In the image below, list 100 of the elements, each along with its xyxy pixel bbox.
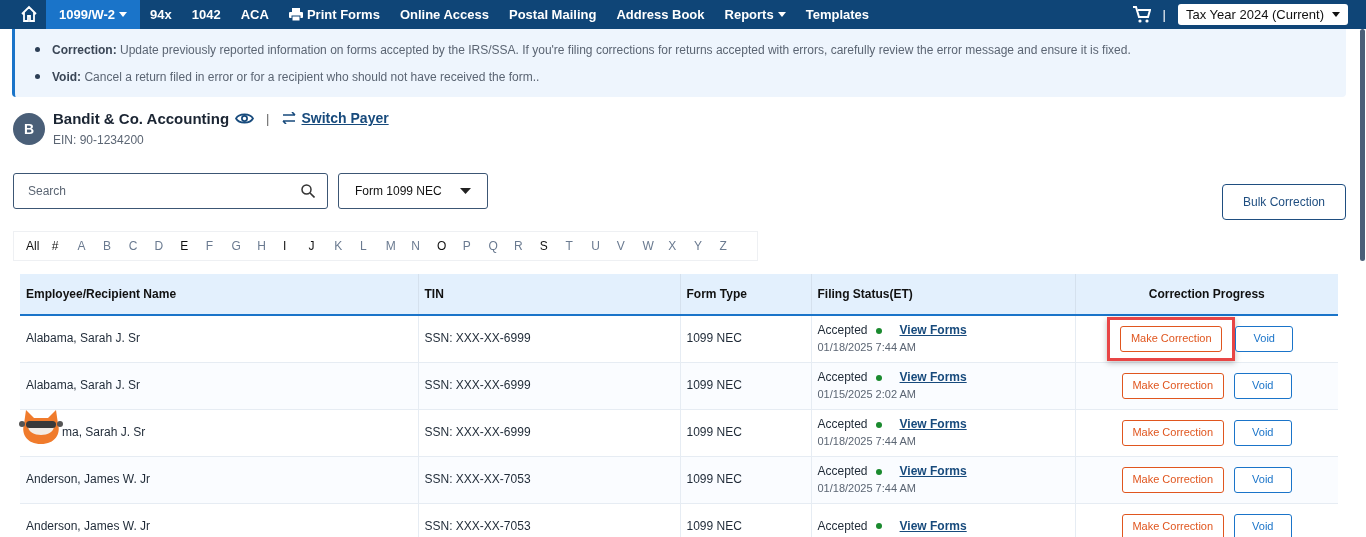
make-correction-button[interactable]: Make Correction <box>1121 372 1224 399</box>
void-button[interactable]: Void <box>1233 372 1292 399</box>
bulk-correction-button[interactable]: Bulk Correction <box>1222 184 1346 220</box>
ein-text: EIN: 90-1234200 <box>53 133 145 147</box>
status-text: Accepted <box>817 370 868 385</box>
letter-filter[interactable]: # <box>51 239 78 253</box>
notice-text: Correction: Update previously reported information on forms accepted by the IRS/SSA. If you're filing corrections for returns accepted with errors, carefully review the error message and ensure it is fixed. <box>52 42 1131 57</box>
recipient-name: Anderson, James W. Jr <box>26 518 151 533</box>
tin-cell: SSN: XXX-XX-6999 <box>418 315 680 362</box>
status-dot <box>875 523 882 530</box>
letter-filter[interactable]: A <box>77 239 104 253</box>
column-header: Form Type <box>680 274 811 315</box>
recipient-name: Anderson, James W. Jr <box>26 471 151 486</box>
letter-filter[interactable]: S <box>539 239 566 253</box>
void-button[interactable]: Void <box>1233 419 1292 446</box>
make-correction-button[interactable]: Make Correction <box>1121 419 1224 446</box>
letter-filter[interactable]: P <box>462 239 489 253</box>
letter-filter[interactable]: Z <box>719 239 746 253</box>
make-correction-button[interactable]: Make Correction <box>1121 513 1224 537</box>
notice-text: Void: Cancel a return filed in error or for a recipient who should not have received the form.. <box>52 69 540 84</box>
letter-filter[interactable]: C <box>128 239 155 253</box>
column-header: Filing Status(ET) <box>811 274 1075 315</box>
make-correction-button[interactable]: Make Correction <box>1121 466 1224 493</box>
letter-filter[interactable]: E <box>180 239 206 253</box>
letter-filter[interactable]: B <box>103 239 129 253</box>
nav-tab[interactable]: ACA <box>230 0 279 29</box>
payer-name: Bandit & Co. Accounting <box>53 109 230 127</box>
nav-tab[interactable]: 94x <box>140 0 182 29</box>
view-forms-link[interactable]: View Forms <box>899 370 967 385</box>
status-text: Accepted <box>817 464 868 479</box>
status-dot <box>875 327 882 334</box>
filing-date: 01/18/2025 7:44 AM <box>817 481 917 495</box>
letter-filter[interactable]: N <box>411 239 437 253</box>
tin-cell: SSN: XXX-XX-7053 <box>418 503 680 537</box>
nav-tab[interactable]: Print Forms <box>278 0 390 29</box>
letter-filter[interactable]: G <box>231 239 258 253</box>
status-dot <box>875 468 882 475</box>
tin-cell: SSN: XXX-XX-6999 <box>418 409 680 456</box>
filing-date: 01/18/2025 7:44 AM <box>817 434 917 448</box>
switch-payer-link[interactable]: Switch Payer <box>301 110 389 126</box>
letter-filter[interactable]: H <box>257 239 283 253</box>
search-field[interactable]: Search <box>13 173 328 209</box>
make-correction-button[interactable]: Make Correction <box>1120 325 1223 352</box>
status-dot <box>875 421 882 428</box>
status-text: Accepted <box>817 519 868 534</box>
view-forms-link[interactable]: View Forms <box>899 519 967 534</box>
caret-icon <box>777 12 786 17</box>
view-forms-link[interactable]: View Forms <box>899 417 967 432</box>
letter-filter[interactable]: R <box>514 239 540 253</box>
letter-filter[interactable]: V <box>616 239 643 253</box>
view-forms-link[interactable]: View Forms <box>899 324 967 338</box>
nav-tab[interactable]: Templates <box>795 0 879 29</box>
letter-filter[interactable]: T <box>565 239 592 253</box>
void-button[interactable]: Void <box>1233 466 1292 493</box>
recipient-name: Alabama, Sarah J. Sr <box>26 330 141 345</box>
letter-filter[interactable]: W <box>642 239 669 253</box>
nav-tab[interactable]: Postal Mailing <box>499 0 607 29</box>
divider-text: | <box>266 110 270 126</box>
filing-date: 01/15/2025 2:02 AM <box>817 387 917 401</box>
letter-filter[interactable]: U <box>591 239 617 253</box>
payer-avatar: B <box>13 113 45 145</box>
form-type-dropdown[interactable]: Form 1099 NEC <box>338 173 488 209</box>
letter-filter[interactable]: O <box>437 239 463 253</box>
divider-text: | <box>1162 7 1166 22</box>
bullet-icon <box>35 74 40 79</box>
cart-icon[interactable] <box>1132 6 1151 23</box>
caret-icon <box>1332 12 1340 17</box>
letter-filter[interactable]: D <box>154 239 181 253</box>
letter-filter[interactable]: F <box>205 239 232 253</box>
tax-year-dropdown[interactable]: Tax Year 2024 (Current) <box>1177 4 1348 25</box>
status-text: Accepted <box>817 417 868 432</box>
letter-filter[interactable]: M <box>385 239 412 253</box>
form-type-cell: 1099 NEC <box>680 362 811 409</box>
letter-filter[interactable]: J <box>308 239 335 253</box>
nav-tab[interactable]: Reports <box>714 0 796 29</box>
letter-filter[interactable]: Y <box>693 239 720 253</box>
recipient-name: ma, Sarah J. Sr <box>61 424 146 439</box>
letter-filter[interactable]: L <box>359 239 386 253</box>
nav-tab[interactable]: 1099/W-2 <box>46 0 141 29</box>
column-header: Correction Progress <box>1075 274 1338 315</box>
letter-filter[interactable]: X <box>668 239 694 253</box>
form-type-cell: 1099 NEC <box>680 456 811 503</box>
caret-icon <box>460 188 471 194</box>
nav-tab[interactable]: Online Access <box>389 0 499 29</box>
search-icon <box>301 184 315 198</box>
nav-tab[interactable]: Address Book <box>606 0 715 29</box>
void-button[interactable]: Void <box>1233 513 1292 537</box>
nav-tab[interactable]: 1042 <box>181 0 231 29</box>
letter-filter[interactable]: K <box>334 239 360 253</box>
column-header: TIN <box>418 274 680 315</box>
letter-filter[interactable]: I <box>282 239 309 253</box>
letter-filter[interactable]: Q <box>488 239 515 253</box>
view-forms-link[interactable]: View Forms <box>899 464 967 479</box>
swap-arrows-icon <box>281 112 296 124</box>
eye-icon[interactable] <box>235 111 255 125</box>
status-text: Accepted <box>817 324 868 338</box>
letter-filter[interactable]: All <box>26 239 52 253</box>
scrollbar[interactable] <box>1360 29 1365 261</box>
void-button[interactable]: Void <box>1235 325 1294 352</box>
caret-icon <box>119 12 128 17</box>
